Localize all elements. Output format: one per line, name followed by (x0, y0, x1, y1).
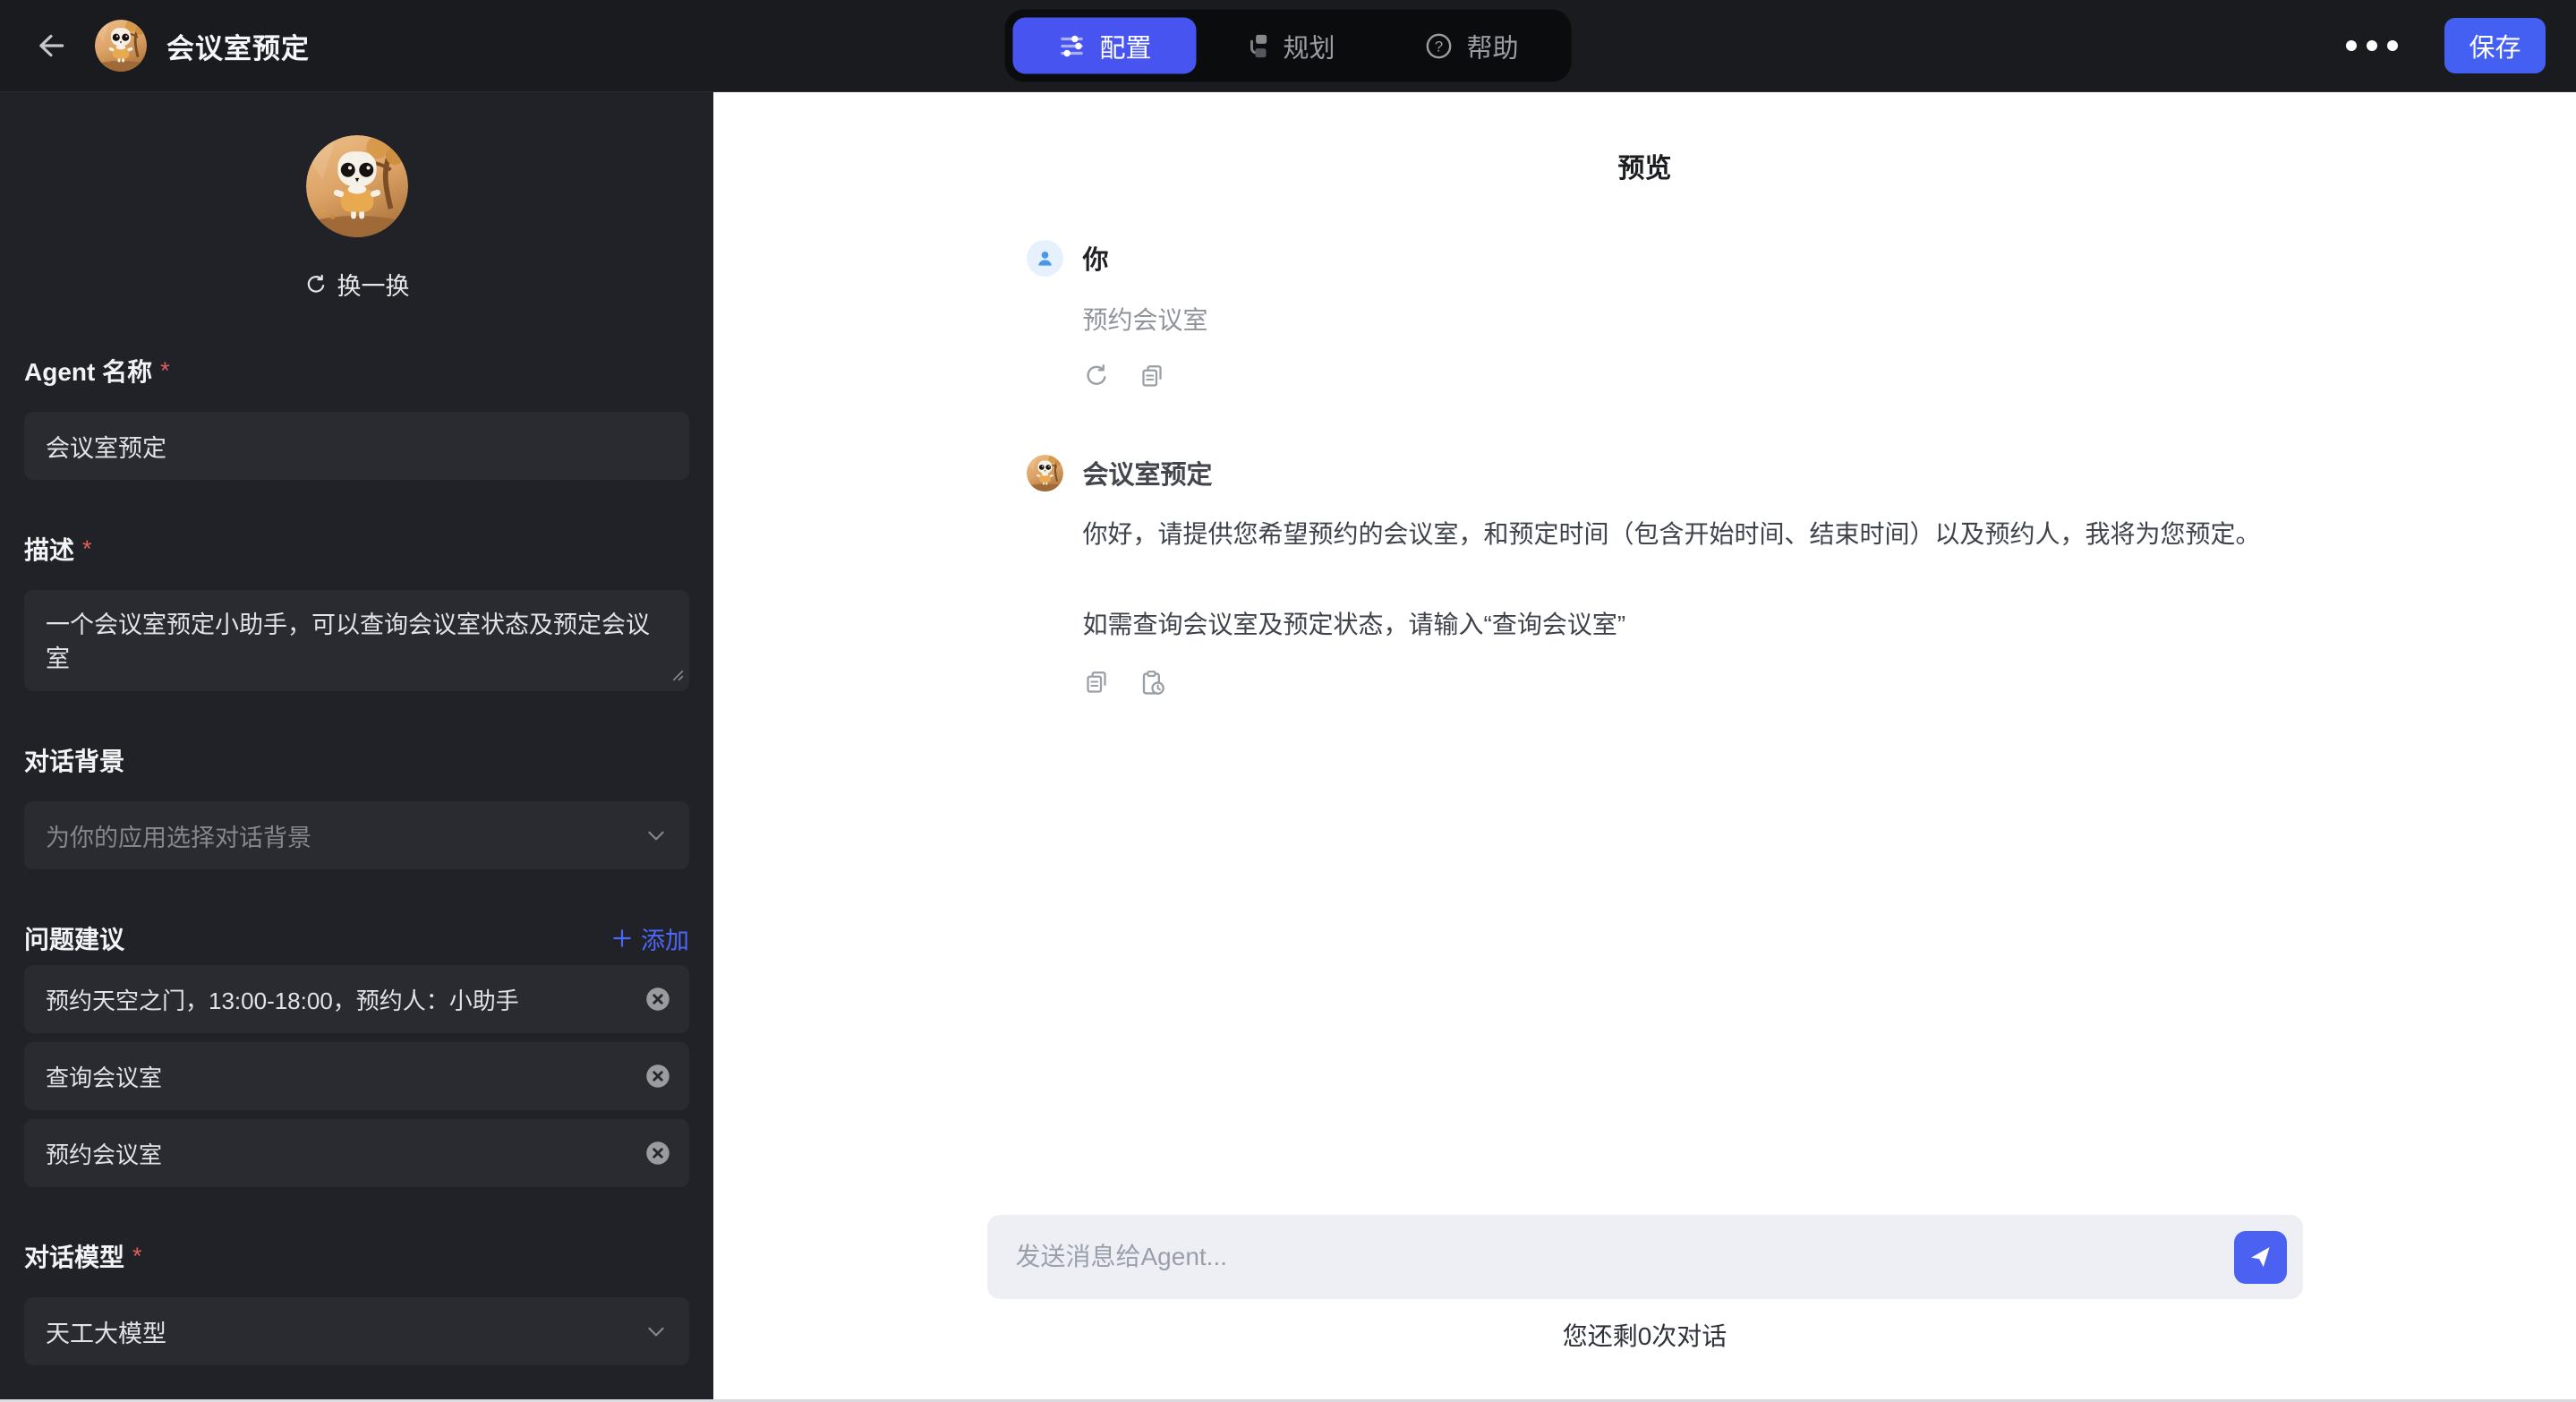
copy-button[interactable] (1139, 363, 1165, 389)
tab-config[interactable]: 配置 (1012, 17, 1197, 74)
suggestion-text: 预约天空之门，13:00-18:00，预约人：小助手 (46, 987, 519, 1014)
description-label: 描述 * (24, 534, 92, 565)
copy-button[interactable] (1083, 669, 1110, 697)
model-select-value: 天工大模型 (46, 1320, 166, 1347)
agent-name-input[interactable] (24, 412, 689, 480)
close-circle-icon (643, 1138, 673, 1168)
required-mark: * (132, 1242, 142, 1269)
suggestion-text: 预约会议室 (46, 1141, 163, 1168)
preview-title: 预览 (1617, 154, 1672, 184)
suggestion-item[interactable]: 查询会议室 (24, 1042, 689, 1110)
background-select-placeholder: 为你的应用选择对话背景 (46, 824, 311, 851)
agent-name: 会议室预定 (1082, 461, 1213, 490)
close-circle-icon (643, 1061, 673, 1091)
tab-help-label: 帮助 (1466, 34, 1519, 63)
user-name: 你 (1082, 246, 1109, 275)
sliders-icon (1057, 31, 1086, 60)
agent-paragraph: 如需查询会议室及预定状态，请输入“查询会议室” (1082, 611, 1626, 638)
send-button[interactable] (2233, 1230, 2287, 1284)
tab-plan-label: 规划 (1283, 34, 1335, 63)
svg-text:?: ? (1435, 38, 1443, 55)
agent-message: 会议室预定 你好，请提供您希望预约的会议室，和预定时间（包含开始时间、结束时间）… (1027, 454, 2303, 697)
suggestion-item[interactable]: 预约会议室 (24, 1119, 689, 1187)
refresh-icon (304, 273, 328, 296)
page-title: 会议室预定 (166, 32, 310, 64)
send-icon (2247, 1244, 2273, 1270)
topbar-actions: 保存 (2341, 18, 2546, 73)
chat-input[interactable] (1015, 1243, 2234, 1271)
tab-help[interactable]: ? 帮助 (1380, 18, 1564, 74)
suggestions-label: 问题建议 添加 (24, 920, 689, 956)
tab-plan[interactable]: 规划 (1197, 18, 1380, 74)
workflow-icon (1241, 31, 1269, 60)
help-icon: ? (1424, 31, 1453, 60)
chevron-down-icon (643, 822, 670, 849)
top-bar: 会议室预定 配置 规划 ? 帮助 保存 (0, 0, 2576, 92)
user-message: 你 预约会议室 (1026, 239, 2303, 389)
agent-paragraph: 你好，请提供您希望预约的会议室，和预定时间（包含开始时间、结束时间）以及预约人，… (1082, 520, 2261, 548)
config-sidebar: 换一换 Agent 名称 * 描述 * 一个会议室预定小助手，可以查询会议室状态… (0, 92, 713, 1401)
remove-suggestion-button[interactable] (643, 1138, 673, 1168)
suggestion-item[interactable]: 预约天空之门，13:00-18:00，预约人：小助手 (24, 965, 689, 1033)
model-select[interactable]: 天工大模型 (24, 1297, 689, 1365)
ellipsis-icon (2346, 40, 2357, 51)
required-mark: * (160, 356, 170, 384)
message-list: 你 预约会议室 会议室预定 你好，请提供您希望预约的会议室，和预定时间（包含开始… (987, 239, 2303, 697)
change-avatar-label: 换一换 (337, 273, 410, 300)
copy-icon (1083, 669, 1110, 697)
center-tab-group: 配置 规划 ? 帮助 (1004, 9, 1572, 82)
clipboard-clock-icon (1139, 669, 1167, 697)
suggestion-text: 查询会议室 (46, 1064, 163, 1091)
copy-icon (1139, 363, 1165, 389)
tab-config-label: 配置 (1099, 34, 1152, 63)
agent-avatar (1027, 455, 1063, 492)
chevron-down-icon (643, 1318, 670, 1345)
regenerate-button[interactable] (1083, 363, 1110, 389)
remaining-chats-text: 您还剩0次对话 (1562, 1322, 1727, 1350)
plus-icon (610, 927, 634, 950)
model-label: 对话模型 * (24, 1242, 142, 1272)
background-label: 对话背景 (24, 748, 125, 775)
agent-avatar (95, 20, 147, 72)
agent-name-label: Agent 名称 * (24, 356, 170, 387)
agent-avatar-large (306, 135, 408, 237)
required-mark: * (82, 534, 92, 562)
remove-suggestion-button[interactable] (643, 1061, 673, 1091)
add-suggestion-button[interactable]: 添加 (610, 921, 689, 956)
user-message-text: 预约会议室 (1082, 306, 1208, 334)
remove-suggestion-button[interactable] (643, 984, 673, 1014)
background-select[interactable]: 为你的应用选择对话背景 (24, 801, 689, 869)
refresh-icon (1083, 363, 1110, 389)
chat-input-bar (986, 1215, 2303, 1299)
history-button[interactable] (1139, 669, 1167, 697)
save-button[interactable]: 保存 (2444, 18, 2546, 73)
resize-handle-icon[interactable] (671, 669, 684, 686)
back-button[interactable] (34, 28, 70, 64)
close-circle-icon (643, 984, 673, 1014)
arrow-left-icon (36, 30, 68, 62)
user-avatar (1026, 239, 1063, 277)
more-options-button[interactable] (2341, 35, 2403, 56)
change-avatar-button[interactable]: 换一换 (24, 267, 689, 302)
person-icon (1035, 248, 1055, 269)
agent-message-text: 你好，请提供您希望预约的会议室，和预定时间（包含开始时间、结束时间）以及预约人，… (1083, 516, 2303, 643)
preview-panel: 预览 你 预约会议室 会议室预定 你好，请提供您希望预约的会议室，和预定时间（包… (713, 92, 2576, 1401)
description-textarea[interactable]: 一个会议室预定小助手，可以查询会议室状态及预定会议室 (24, 590, 689, 691)
